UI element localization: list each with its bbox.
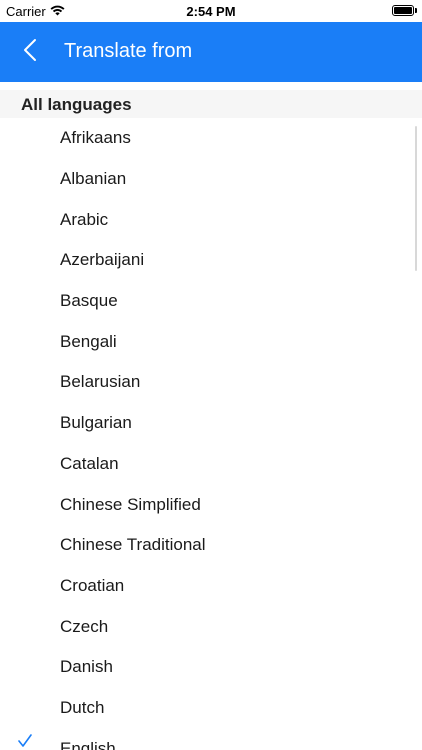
list-item-arabic[interactable]: Arabic [0,199,422,240]
list-item-chinese-traditional[interactable]: Chinese Traditional [0,525,422,566]
item-label: Czech [60,616,109,636]
item-label: Arabic [60,209,109,229]
item-label: Chinese Traditional [60,535,206,555]
item-label: Chinese Simplified [60,494,201,514]
item-label: Danish [60,657,113,677]
status-time: 2:54 PM [186,4,236,19]
list-item-czech[interactable]: Czech [0,606,422,647]
item-label: Catalan [60,453,119,473]
list-item-afrikaans[interactable]: Afrikaans [0,118,422,159]
language-list: Afrikaans Albanian Arabic Azerbaijani Ba… [0,118,422,750]
list-item-belarusian[interactable]: Belarusian [0,362,422,403]
back-button[interactable] [14,36,46,68]
list-item-danish[interactable]: Danish [0,647,422,688]
battery-icon [392,5,414,16]
item-label: Belarusian [60,372,141,392]
page-title: Translate from [64,40,193,62]
item-label: Bengali [60,331,117,351]
list-item-bengali[interactable]: Bengali [0,321,422,362]
chevron-left-icon [23,38,37,67]
list-item-basque[interactable]: Basque [0,281,422,322]
item-label: Croatian [60,575,125,595]
list-item-catalan[interactable]: Catalan [0,444,422,485]
item-label: Bulgarian [60,413,132,433]
screen: Carrier 2:54 PM Translate from All langu… [0,0,422,750]
section-header: All languages [0,90,422,118]
list-item-chinese-simplified[interactable]: Chinese Simplified [0,484,422,525]
item-label: English [60,738,116,750]
list-item-croatian[interactable]: Croatian [0,566,422,607]
battery-tip [415,8,417,13]
list-item-azerbaijani[interactable]: Azerbaijani [0,240,422,281]
item-label: Azerbaijani [60,250,145,270]
item-label: Basque [60,291,118,311]
list-item-dutch[interactable]: Dutch [0,688,422,729]
section-header-label: All languages [21,95,132,114]
list-item-bulgarian[interactable]: Bulgarian [0,403,422,444]
item-label: Afrikaans [60,128,131,148]
list-item-albanian[interactable]: Albanian [0,159,422,200]
list-item-english[interactable]: English [0,728,422,750]
nav-bar: Translate from [0,22,422,82]
item-label: Dutch [60,697,105,717]
status-bar: Carrier 2:54 PM [0,0,422,22]
checkmark-icon [18,734,32,748]
item-label: Albanian [60,169,127,189]
